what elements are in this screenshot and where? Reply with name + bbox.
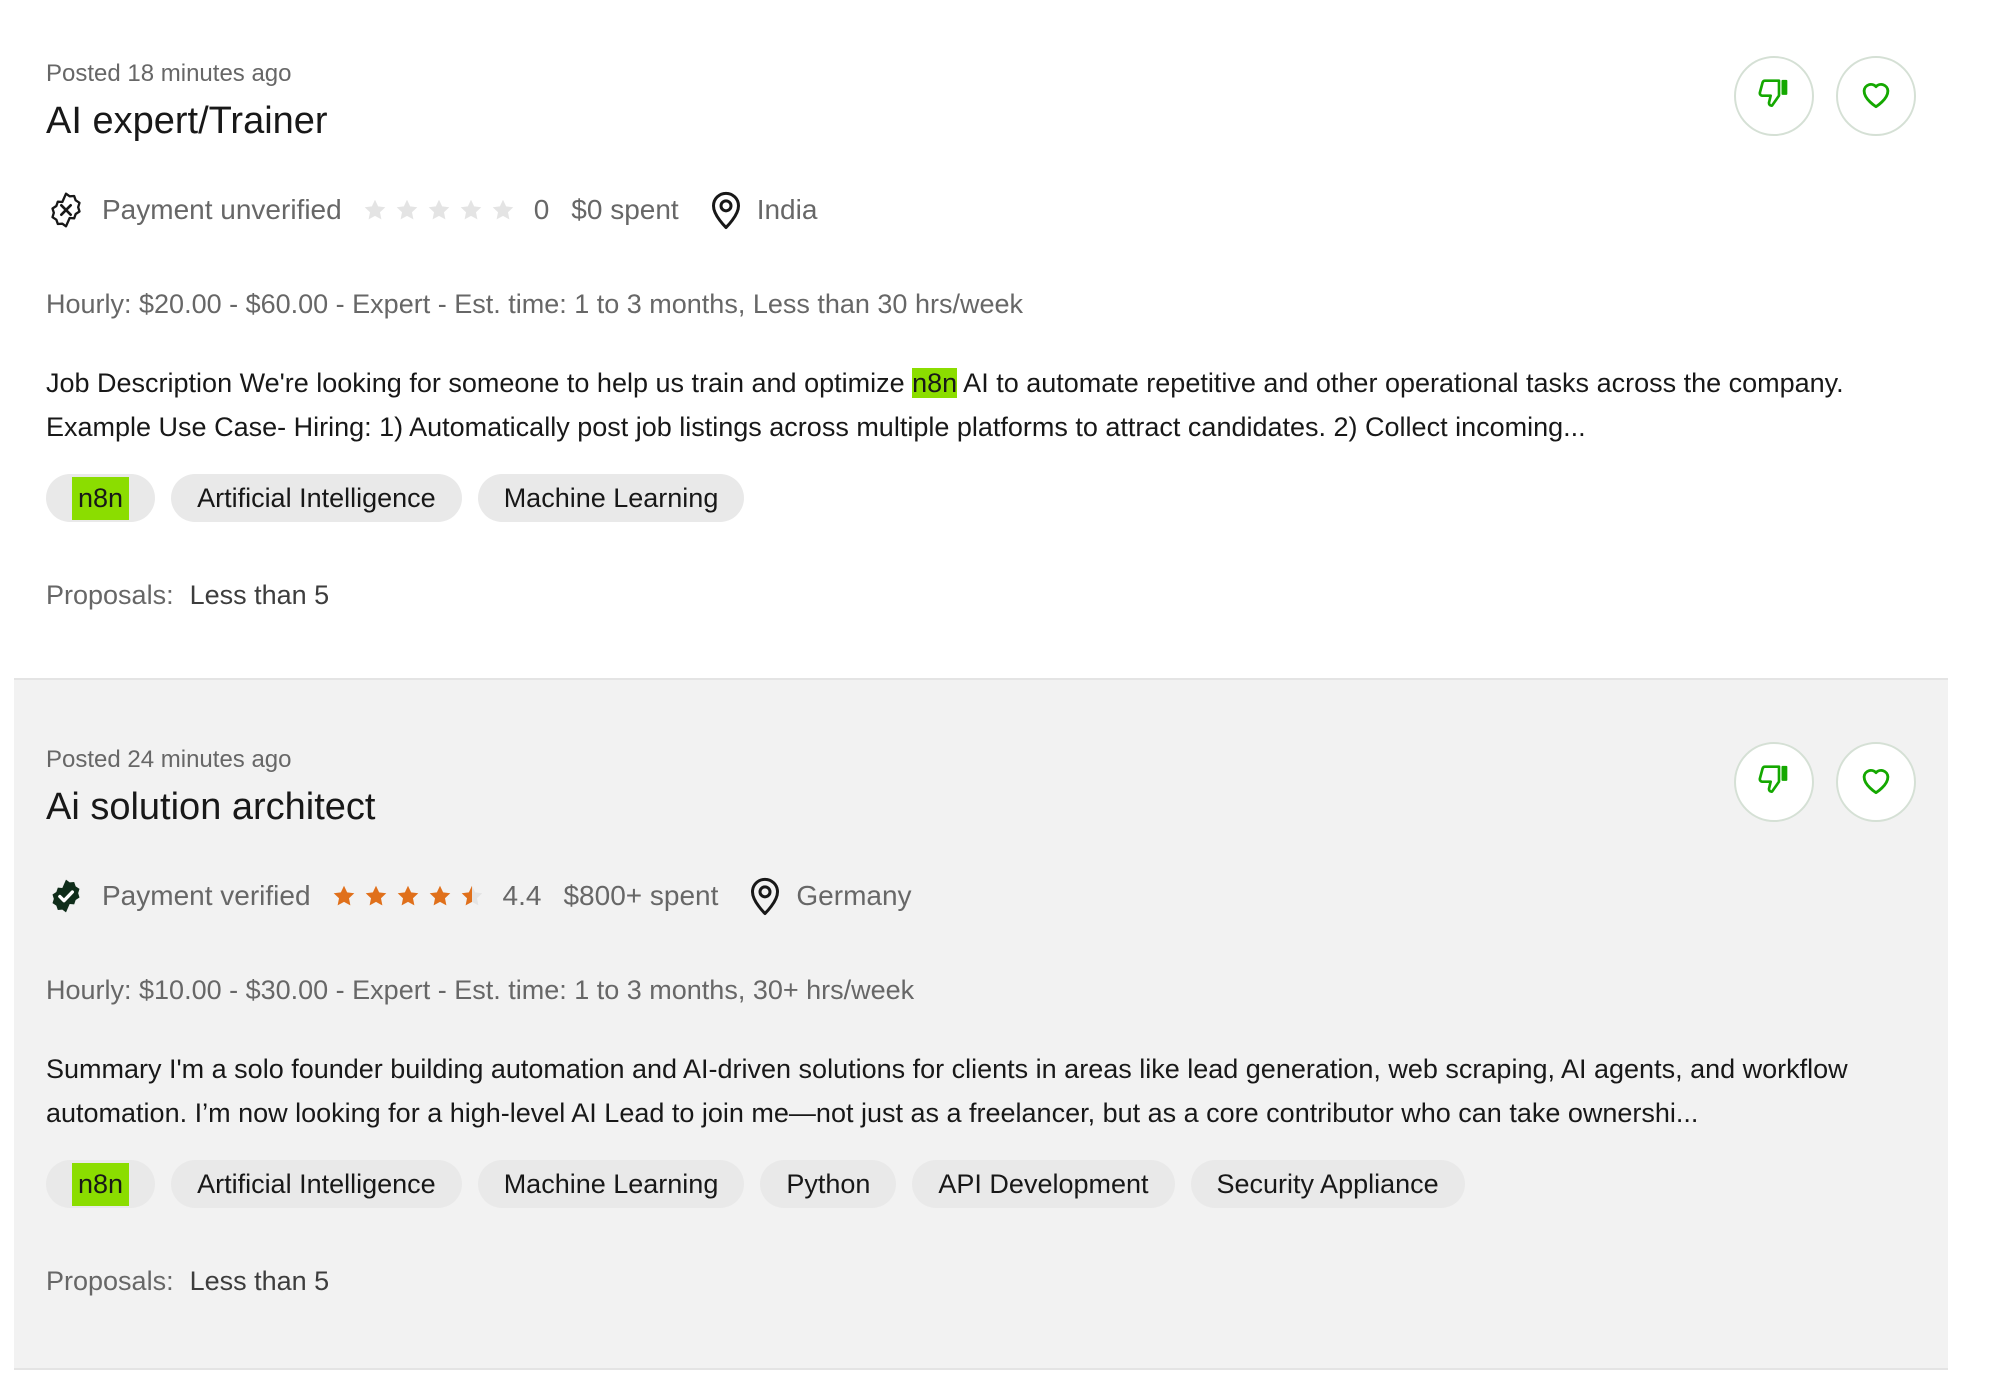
proposals-count: Proposals: Less than 5 [46,580,329,611]
skill-tag[interactable]: n8n [46,1160,156,1208]
dislike-button[interactable] [1734,56,1814,136]
skill-tag[interactable]: Machine Learning [477,474,745,522]
rating-value: 0 [533,194,550,225]
star-icon [365,885,386,906]
star-icon [396,199,417,220]
skill-tag[interactable]: Security Appliance [1190,1160,1465,1208]
job-description[interactable]: Summary I'm a solo founder building auto… [46,1047,1926,1135]
job-tile[interactable]: Posted 24 minutes ago Ai solution archit… [14,678,1948,1370]
star-icon [429,885,450,906]
thumbs-down-icon [1754,74,1794,119]
job-actions [1734,56,1916,136]
heart-icon [1857,75,1895,118]
proposals-value: Less than 5 [189,1266,330,1296]
client-location: Germany [796,880,912,911]
skill-tag[interactable]: Machine Learning [477,1160,745,1208]
proposals-label: Proposals: [46,1266,174,1296]
client-info: Payment verified 4.4 $800+ spent Germany [46,876,912,916]
payment-status: Payment unverified [102,194,342,225]
skill-tag[interactable]: Python [760,1160,897,1208]
skill-tags: n8n Artificial Intelligence Machine Lear… [46,1160,1465,1208]
rating-value: 4.4 [502,880,542,911]
job-title[interactable]: AI expert/Trainer [46,100,328,143]
skill-tags: n8n Artificial Intelligence Machine Lear… [46,474,745,522]
job-actions [1734,742,1916,822]
client-info: Payment unverified 0 $0 spent India [46,190,817,230]
skill-tag[interactable]: Artificial Intelligence [171,474,462,522]
client-spent: $800+ spent [563,880,719,911]
heart-icon [1857,761,1895,804]
posted-time: Posted 24 minutes ago [46,746,292,773]
star-icon [428,199,449,220]
star-icon [397,885,418,906]
description-text: Job Description We're looking for someon… [46,368,913,398]
job-description[interactable]: Job Description We're looking for someon… [46,361,1926,449]
job-feed: Posted 18 minutes ago AI expert/Trainer [0,0,1994,1382]
job-budget: Hourly: $10.00 - $30.00 - Expert - Est. … [46,975,915,1005]
skill-tag[interactable]: Artificial Intelligence [171,1160,462,1208]
verified-badge-icon [46,876,86,916]
description-text: Summary I'm a solo founder building auto… [46,1054,1848,1128]
proposals-count: Proposals: Less than 5 [46,1266,329,1297]
unverified-badge-icon [46,190,86,230]
payment-status: Payment verified [102,880,311,911]
client-spent: $0 spent [571,194,679,225]
save-job-button[interactable] [1836,56,1916,136]
dislike-button[interactable] [1734,742,1814,822]
skill-tag[interactable]: API Development [912,1160,1175,1208]
star-icon [333,885,354,906]
location-pin-icon [709,190,743,230]
client-rating-stars [362,197,516,223]
save-job-button[interactable] [1836,742,1916,822]
search-highlight: n8n [912,368,958,398]
skill-tag[interactable]: n8n [46,474,156,522]
thumbs-down-icon [1754,760,1794,805]
posted-time: Posted 18 minutes ago [46,60,292,87]
half-star-icon [461,885,482,906]
star-icon [364,199,385,220]
job-tile[interactable]: Posted 18 minutes ago AI expert/Trainer [14,0,1948,678]
proposals-value: Less than 5 [189,580,330,610]
client-rating-stars [331,883,485,909]
star-icon [492,199,513,220]
star-icon [460,199,481,220]
client-location: India [756,194,818,225]
job-title[interactable]: Ai solution architect [46,786,376,829]
job-budget: Hourly: $20.00 - $60.00 - Expert - Est. … [46,289,1023,319]
proposals-label: Proposals: [46,580,174,610]
location-pin-icon [748,876,782,916]
